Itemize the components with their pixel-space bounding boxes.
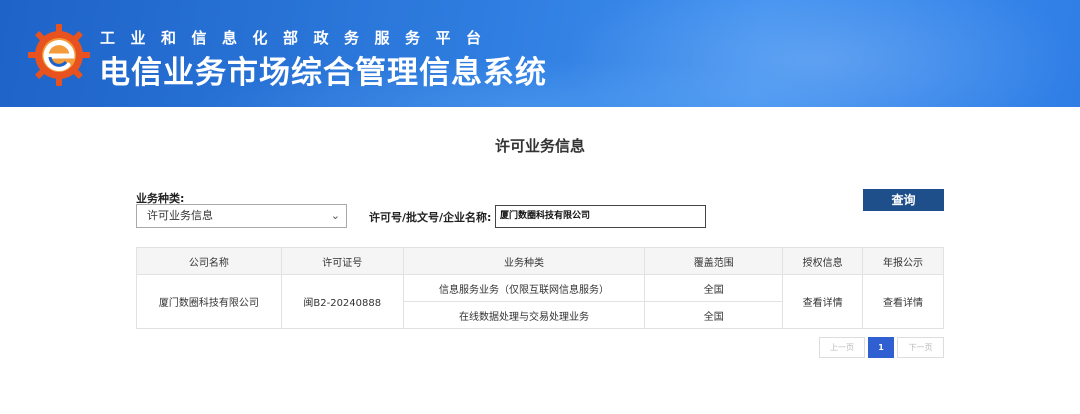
license-number-cell: 闽B2-20240888	[280, 274, 404, 329]
business-type-value: 许可业务信息	[147, 209, 213, 222]
business-type-cell: 信息服务业务（仅限互联网信息服务）	[402, 274, 646, 302]
business-type-select[interactable]: 许可业务信息 ⌄	[136, 204, 347, 228]
table-header-row: 公司名称 许可证号 业务种类 覆盖范围 授权信息 年报公示	[136, 247, 944, 275]
page-1-button[interactable]: 1	[868, 337, 894, 358]
header-business-type: 业务种类	[402, 247, 646, 275]
system-title: 电信业务市场综合管理信息系统	[99, 55, 547, 91]
coverage-cell: 全国	[644, 274, 784, 302]
header-authorization: 授权信息	[782, 247, 864, 275]
license-table: 公司名称 许可证号 业务种类 覆盖范围 授权信息 年报公示 厦门数圈科技有限公司…	[136, 247, 944, 329]
platform-subtitle: 工业和信息化部政务服务平台	[100, 29, 497, 47]
table-row: 厦门数圈科技有限公司 闽B2-20240888 信息服务业务（仅限互联网信息服务…	[136, 274, 944, 329]
annual-report-details-link[interactable]: 查看详情	[862, 274, 944, 329]
chevron-down-icon: ⌄	[330, 209, 340, 222]
header-coverage: 覆盖范围	[644, 247, 784, 275]
business-type-cell: 在线数据处理与交易处理业务	[402, 301, 646, 329]
header-banner: 工业和信息化部政务服务平台 电信业务市场综合管理信息系统	[0, 0, 1080, 107]
search-name-label: 许可号/批文号/企业名称:	[369, 211, 492, 224]
page-title: 许可业务信息	[494, 137, 585, 155]
header-company-name: 公司名称	[136, 247, 282, 275]
search-name-input[interactable]: 厦门数圈科技有限公司	[495, 205, 706, 228]
authorization-details-link[interactable]: 查看详情	[782, 274, 864, 329]
coverage-cell: 全国	[644, 301, 784, 329]
company-name-cell: 厦门数圈科技有限公司	[136, 274, 282, 329]
query-button[interactable]: 查询	[863, 189, 944, 211]
ministry-logo-icon	[28, 24, 90, 86]
header-annual-report: 年报公示	[862, 247, 944, 275]
prev-page-button[interactable]: 上一页	[819, 337, 865, 358]
header-license-no: 许可证号	[280, 247, 404, 275]
next-page-button[interactable]: 下一页	[897, 337, 944, 358]
